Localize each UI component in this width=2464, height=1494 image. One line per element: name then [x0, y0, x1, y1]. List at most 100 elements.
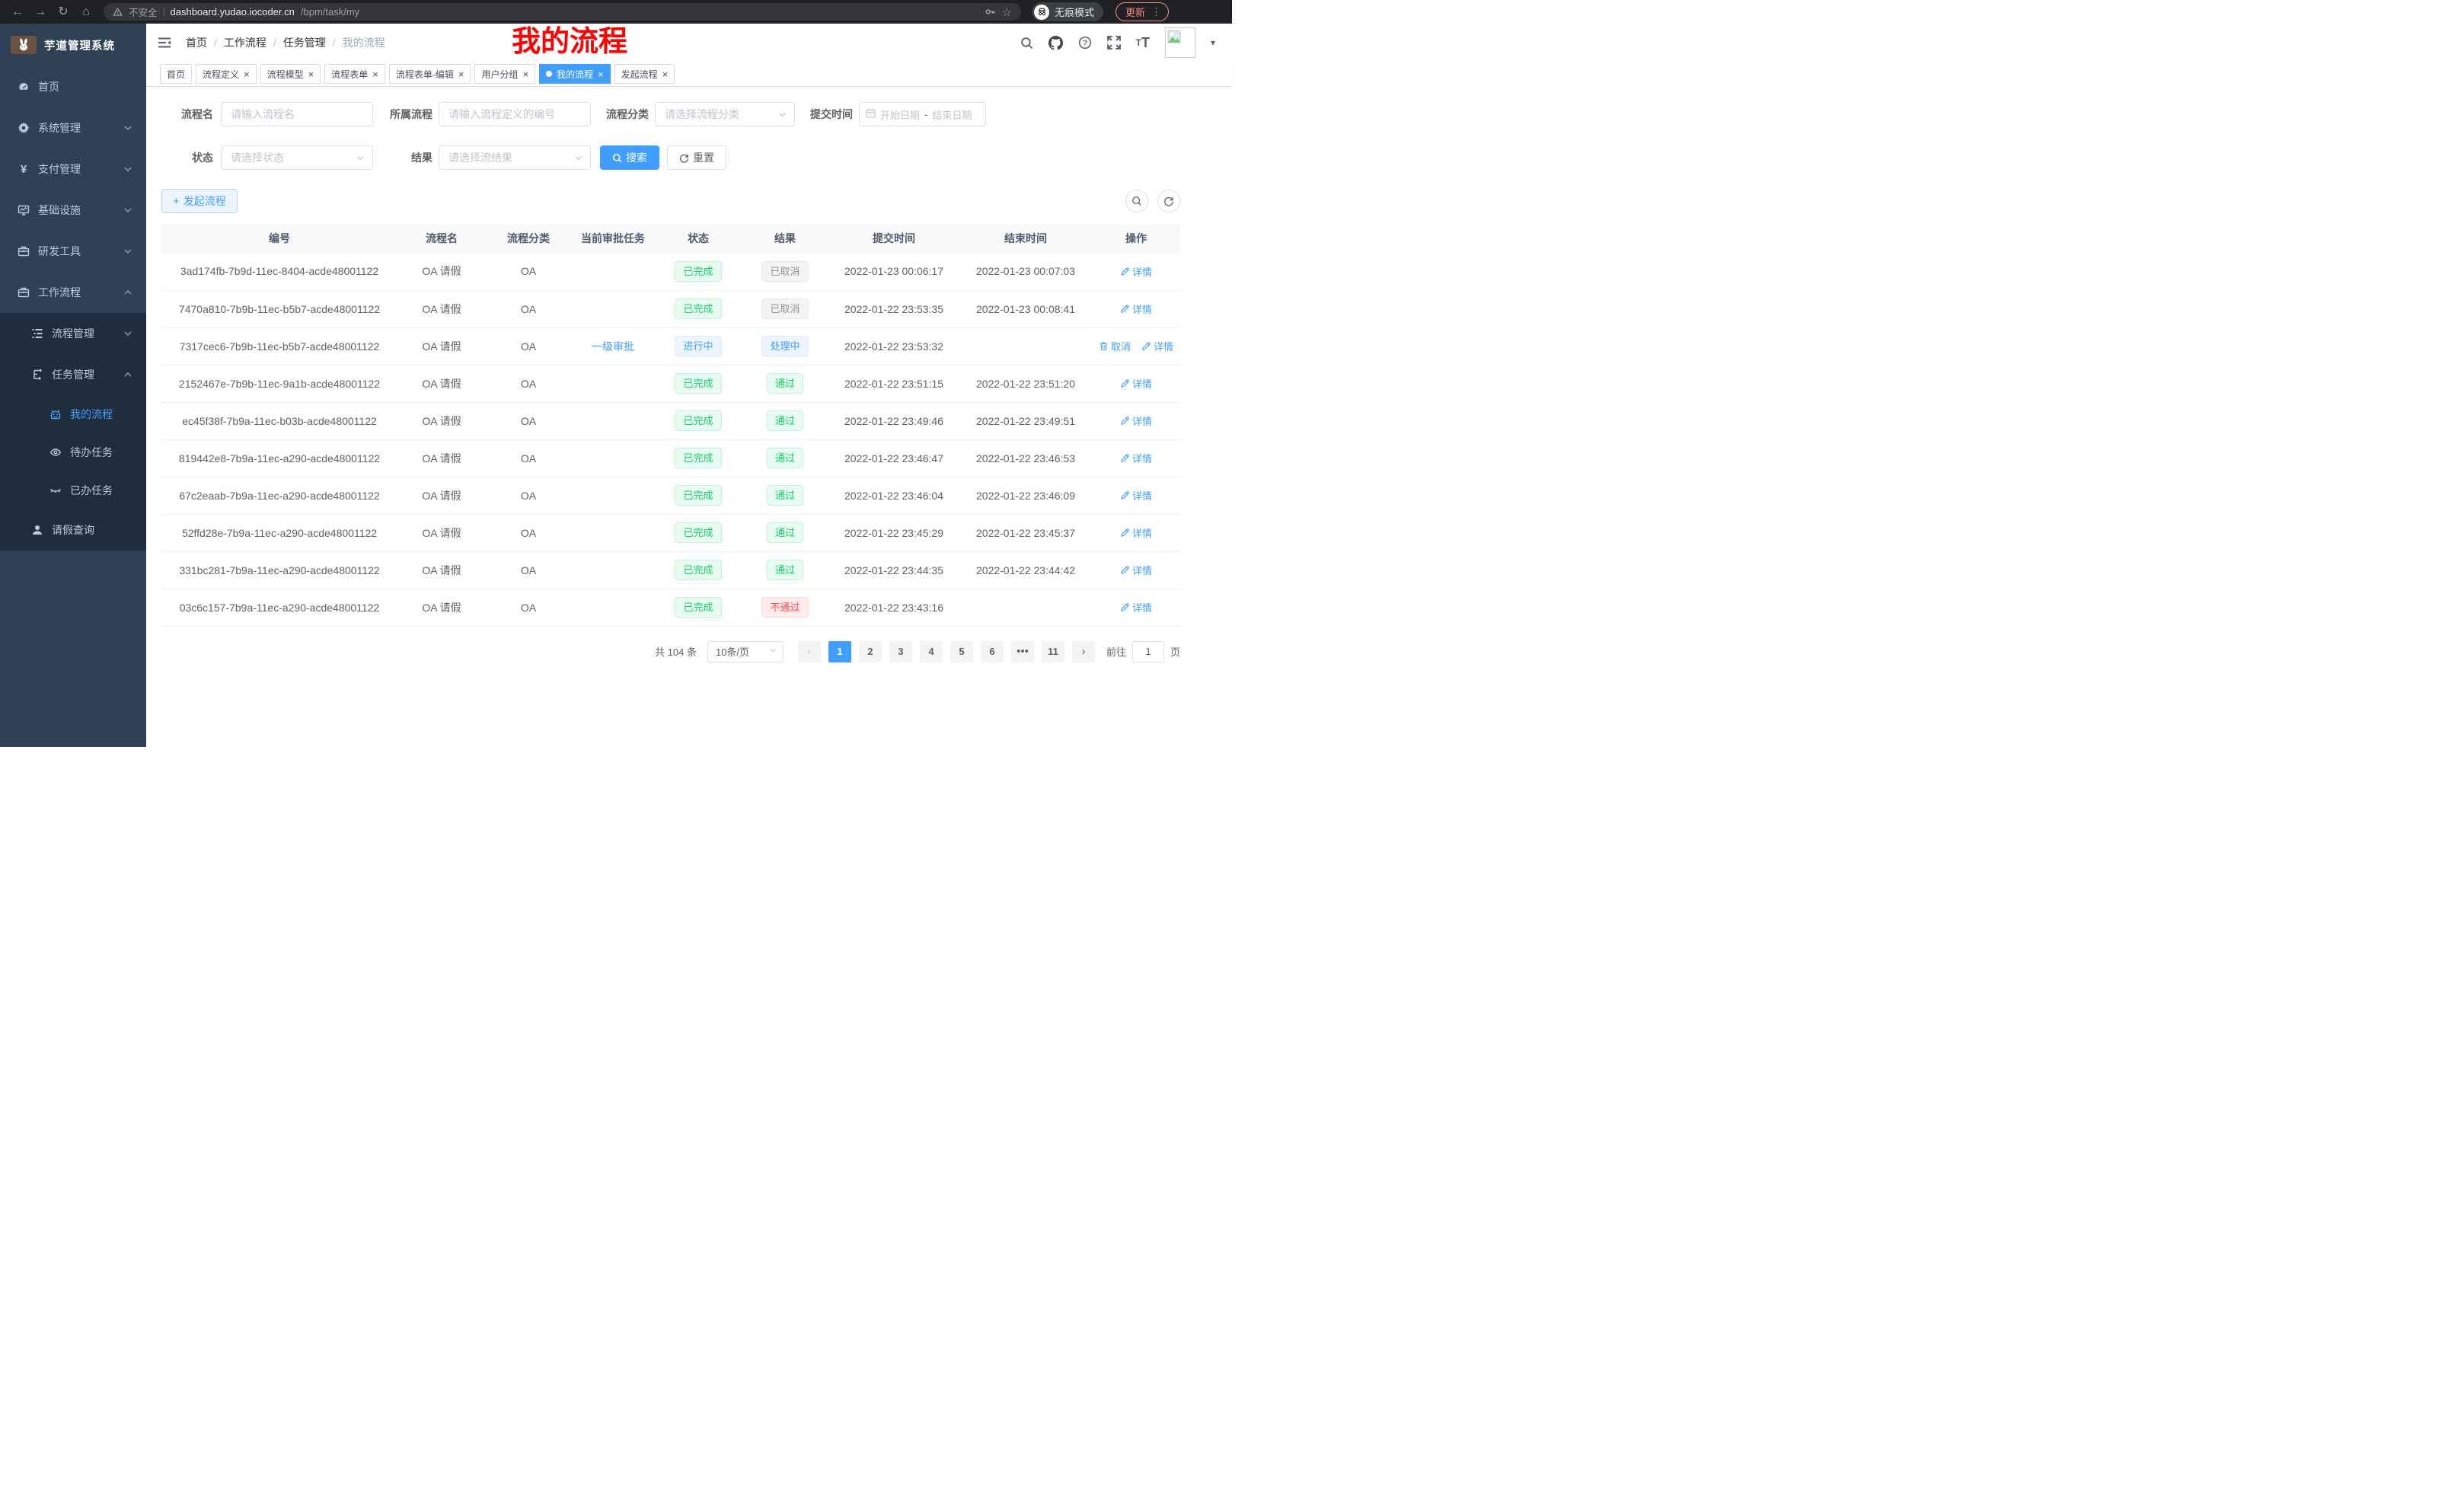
tab-close-icon[interactable]: × [244, 69, 250, 79]
tab-流程定义[interactable]: 流程定义× [196, 64, 257, 84]
action-详情[interactable]: 详情 [1120, 376, 1152, 391]
result-badge: 通过 [767, 448, 803, 468]
gear-icon [17, 121, 30, 135]
tab-close-icon[interactable]: × [458, 69, 464, 79]
table-refresh-icon[interactable] [1157, 190, 1180, 212]
sidebar-item-研发工具[interactable]: 研发工具 [0, 231, 146, 272]
cell-category: OA [486, 589, 571, 626]
table-search-toggle-icon[interactable] [1125, 190, 1148, 212]
page-size-select[interactable]: 10条/页 [707, 641, 784, 662]
cell-result: 通过 [742, 365, 828, 402]
tab-流程表单-编辑[interactable]: 流程表单-编辑× [389, 64, 471, 84]
sidebar-item-首页[interactable]: 首页 [0, 66, 146, 107]
page-button-11[interactable]: 11 [1042, 641, 1064, 662]
category-select[interactable]: 请选择流程分类 [655, 102, 795, 126]
reload-icon[interactable]: ↻ [53, 0, 73, 24]
cell-current-task [571, 439, 655, 477]
action-详情[interactable]: 详情 [1120, 413, 1152, 428]
goto-page-input[interactable] [1132, 641, 1164, 662]
tab-流程模型[interactable]: 流程模型× [260, 64, 321, 84]
tab-首页[interactable]: 首页 [160, 64, 192, 84]
sidebar-item-任务管理[interactable]: 任务管理 [0, 354, 146, 395]
sidebar-item-基础设施[interactable]: 基础设施 [0, 190, 146, 231]
action-详情[interactable]: 详情 [1120, 302, 1152, 316]
app-logo[interactable]: 芋道管理系统 [0, 24, 146, 66]
status-select[interactable]: 请选择状态 [221, 145, 373, 170]
action-详情[interactable]: 详情 [1141, 339, 1173, 353]
forward-icon[interactable]: → [30, 0, 50, 24]
submit-time-range-picker[interactable]: 开始日期 - 结束日期 [859, 102, 986, 126]
sidebar-item-工作流程[interactable]: 工作流程 [0, 272, 146, 313]
process-definition-input[interactable] [439, 102, 591, 126]
breadcrumb-item[interactable]: 工作流程 [224, 35, 267, 50]
fullscreen-icon[interactable] [1107, 36, 1121, 49]
home-icon[interactable]: ⌂ [76, 0, 96, 24]
next-page-button[interactable]: › [1072, 641, 1095, 662]
tab-用户分组[interactable]: 用户分组× [474, 64, 535, 84]
tab-close-icon[interactable]: × [598, 69, 604, 79]
browser-update-button[interactable]: 更新 ⋮ [1116, 2, 1169, 21]
avatar[interactable] [1165, 27, 1195, 58]
search-button[interactable]: 搜索 [600, 145, 659, 170]
page-ellipsis[interactable]: ••• [1011, 641, 1034, 662]
cell-submit-time: 2022-01-22 23:53:35 [828, 290, 959, 327]
help-icon[interactable]: ? [1078, 36, 1092, 49]
tab-发起流程[interactable]: 发起流程× [614, 64, 675, 84]
process-name-input[interactable] [221, 102, 373, 126]
sidebar-item-系统管理[interactable]: 系统管理 [0, 107, 146, 148]
sidebar-item-label: 系统管理 [38, 120, 81, 136]
cell-category: OA [486, 439, 571, 477]
tab-流程表单[interactable]: 流程表单× [324, 64, 385, 84]
page-button-4[interactable]: 4 [920, 641, 943, 662]
key-icon[interactable] [985, 6, 996, 18]
action-详情[interactable]: 详情 [1120, 264, 1152, 279]
result-select[interactable]: 请选择流结果 [439, 145, 591, 170]
page-button-5[interactable]: 5 [950, 641, 973, 662]
page-button-1[interactable]: 1 [828, 641, 851, 662]
back-icon[interactable]: ← [8, 0, 27, 24]
action-详情[interactable]: 详情 [1120, 563, 1152, 577]
column-header-编号: 编号 [161, 224, 397, 253]
action-详情[interactable]: 详情 [1120, 600, 1152, 615]
sidebar-item-请假查询[interactable]: 请假查询 [0, 509, 146, 551]
address-bar[interactable]: 不安全 dashboard.yudao.iocoder.cn/bpm/task/… [104, 3, 1021, 21]
create-process-button[interactable]: + 发起流程 [161, 189, 238, 213]
action-详情[interactable]: 详情 [1120, 488, 1152, 503]
action-详情[interactable]: 详情 [1120, 451, 1152, 465]
page-button-2[interactable]: 2 [859, 641, 882, 662]
bookmark-star-icon[interactable]: ☆ [1002, 5, 1012, 19]
cell-id: 819442e8-7b9a-11ec-a290-acde48001122 [161, 439, 397, 477]
tab-close-icon[interactable]: × [522, 69, 528, 79]
task-link[interactable]: 一级审批 [592, 340, 634, 353]
sidebar-item-流程管理[interactable]: 流程管理 [0, 313, 146, 354]
sidebar-item-支付管理[interactable]: ¥支付管理 [0, 148, 146, 190]
reset-button[interactable]: 重置 [667, 145, 726, 170]
tab-close-icon[interactable]: × [308, 69, 314, 79]
action-取消[interactable]: 取消 [1099, 339, 1131, 353]
cell-status: 进行中 [655, 327, 742, 365]
tab-我的流程[interactable]: 我的流程× [539, 64, 611, 84]
cell-id: 52ffd28e-7b9a-11ec-a290-acde48001122 [161, 514, 397, 551]
breadcrumb-item[interactable]: 首页 [186, 35, 207, 50]
result-badge: 通过 [767, 522, 803, 543]
cell-name: OA 请假 [397, 514, 486, 551]
start-date-placeholder: 开始日期 [880, 107, 920, 122]
cell-status: 已完成 [655, 514, 742, 551]
search-icon[interactable] [1020, 37, 1033, 49]
avatar-caret-icon[interactable]: ▾ [1211, 37, 1215, 48]
list-icon [30, 327, 44, 340]
sidebar-item-待办任务[interactable]: 待办任务 [0, 433, 146, 471]
hamburger-icon[interactable] [157, 34, 174, 51]
sidebar-item-已办任务[interactable]: 已办任务 [0, 471, 146, 509]
browser-menu-icon[interactable]: ⋮ [1151, 6, 1161, 18]
page-button-3[interactable]: 3 [889, 641, 912, 662]
sidebar-item-我的流程[interactable]: 我的流程 [0, 395, 146, 433]
page-button-6[interactable]: 6 [981, 641, 1004, 662]
action-详情[interactable]: 详情 [1120, 525, 1152, 540]
font-size-icon[interactable]: TT [1136, 35, 1150, 51]
tab-close-icon[interactable]: × [662, 69, 669, 79]
github-icon[interactable] [1048, 36, 1063, 50]
tab-close-icon[interactable]: × [372, 69, 378, 79]
prev-page-button[interactable]: ‹ [798, 641, 821, 662]
breadcrumb-item[interactable]: 任务管理 [283, 35, 326, 50]
